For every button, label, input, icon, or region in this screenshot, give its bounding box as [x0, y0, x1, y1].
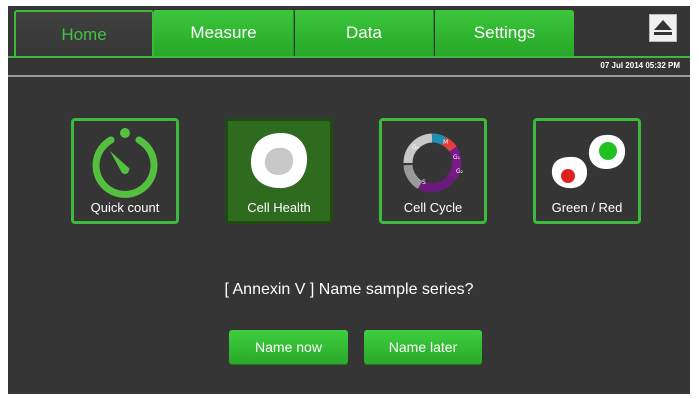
- tile-label: Quick count: [90, 200, 160, 215]
- tab-data[interactable]: Data: [295, 10, 434, 56]
- tile-quick-count[interactable]: Quick count: [71, 118, 179, 224]
- phase-label-g0: G₀: [412, 144, 420, 151]
- tile-cell-cycle[interactable]: G₀ M G₁ G₂ S Cell Cycle: [379, 118, 487, 224]
- tile-label: Cell Cycle: [403, 200, 463, 215]
- eject-icon: [654, 20, 672, 35]
- tab-underline: [8, 56, 690, 58]
- cell-icon: [250, 132, 308, 189]
- tile-cell-health[interactable]: Cell Health: [225, 118, 333, 224]
- name-later-button[interactable]: Name later: [364, 330, 482, 364]
- eject-button[interactable]: [649, 14, 677, 42]
- name-now-button[interactable]: Name now: [229, 330, 348, 364]
- tile-label: Cell Health: [247, 200, 311, 215]
- stopwatch-icon: [92, 128, 158, 198]
- phase-label-s: S: [422, 179, 426, 186]
- phase-label-m: M: [443, 139, 448, 146]
- phase-label-g2: G₂: [456, 168, 464, 175]
- header-divider: [8, 75, 690, 77]
- instrument-screen: Home Measure Data Settings 07 Jul 2014 0…: [8, 6, 690, 394]
- phase-label-g1: G₁: [453, 154, 461, 161]
- tab-settings[interactable]: Settings: [435, 10, 574, 56]
- timestamp: 07 Jul 2014 05:32 PM: [600, 61, 680, 70]
- tab-measure[interactable]: Measure: [154, 10, 294, 56]
- tile-green-red[interactable]: Green / Red: [533, 118, 641, 224]
- tile-label: Green / Red: [551, 200, 623, 215]
- tab-home[interactable]: Home: [14, 10, 154, 58]
- tab-bar: Home Measure Data Settings: [8, 6, 690, 58]
- naming-prompt: [ Annexin V ] Name sample series?: [224, 281, 474, 298]
- green-red-cells-icon: [551, 134, 626, 189]
- cell-cycle-icon: G₀ M G₁ G₂ S: [403, 133, 464, 193]
